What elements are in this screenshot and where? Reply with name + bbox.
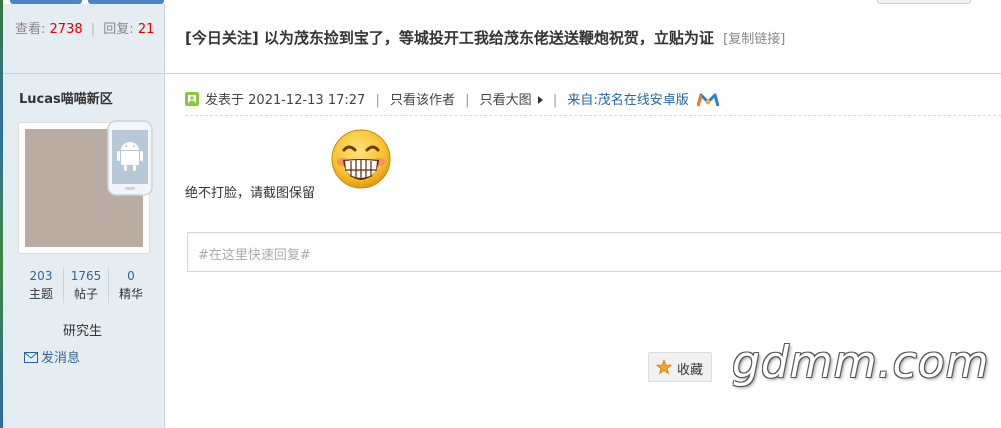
view-large-link[interactable]: 只看大图 [480,93,532,108]
thread-stats: 查看: 2738 | 回复: 21 [3,18,164,54]
stat-digest[interactable]: 0 精华 [108,267,153,303]
quick-reply-placeholder: #在这里快速回复# [198,248,311,263]
watermark: gdmm.com [732,337,990,388]
thread-title: [今日关注] 以为茂东捡到宝了，等城投开工我给茂东佬送送鞭炮祝贺，立贴为证 [复… [185,27,785,48]
stat-threads-value[interactable]: 203 [19,267,63,285]
top-button-right[interactable] [877,0,971,4]
post-icon [185,92,199,106]
stats-separator: | [90,22,96,37]
grin-emoji-icon [331,129,391,189]
author-name[interactable]: Lucas喵喵新区 [19,88,113,107]
stat-threads-label: 主题 [28,287,53,301]
post-body: 绝不打脸，请截图保留 [185,186,316,201]
meta-separator: | [552,93,558,108]
views-label: 查看: [15,22,46,37]
quick-reply-input[interactable]: #在这里快速回复# [187,232,1001,272]
author-stats: 203 主题 1765 帖子 0 精华 [19,267,152,303]
star-icon [656,359,672,375]
stat-threads[interactable]: 203 主题 [19,267,63,303]
stat-digest-label: 精华 [118,287,143,301]
post-meta: 发表于 2021-12-13 17:27 | 只看该作者 | 只看大图 | 来自… [185,89,719,108]
only-author-link[interactable]: 只看该作者 [390,93,455,108]
stat-posts[interactable]: 1765 帖子 [63,267,108,303]
header-divider [165,73,1001,74]
caret-right-icon[interactable] [537,96,543,104]
posted-label: 发表于 [205,93,245,108]
replies-label: 回复: [103,22,134,37]
send-message-link[interactable]: 发消息 [24,347,80,366]
source-link[interactable]: 来自:茂名在线安卓版 [567,93,688,108]
mail-icon [24,352,38,363]
stat-posts-label: 帖子 [73,287,98,301]
sidebar-divider [3,73,164,74]
meta-separator: | [465,93,470,108]
views-count: 2738 [49,22,83,37]
posted-time: 2021-12-13 17:27 [248,93,366,108]
meta-divider [185,115,1001,116]
stat-posts-value[interactable]: 1765 [64,267,108,285]
copy-link-button[interactable]: [复制链接] [723,32,785,47]
android-icon [107,120,153,196]
replies-count: 21 [137,22,155,37]
favorite-label[interactable]: 收藏 [677,359,703,378]
app-logo-icon[interactable] [696,93,719,107]
favorite-button[interactable]: 收藏 [648,352,712,382]
send-message-label[interactable]: 发消息 [41,351,80,366]
author-rank: 研究生 [63,324,103,339]
thread-title-text: [今日关注] 以为茂东捡到宝了，等城投开工我给茂东佬送送鞭炮祝贺，立贴为证 [185,29,714,47]
meta-separator: | [375,93,380,108]
stat-digest-value[interactable]: 0 [109,267,153,285]
